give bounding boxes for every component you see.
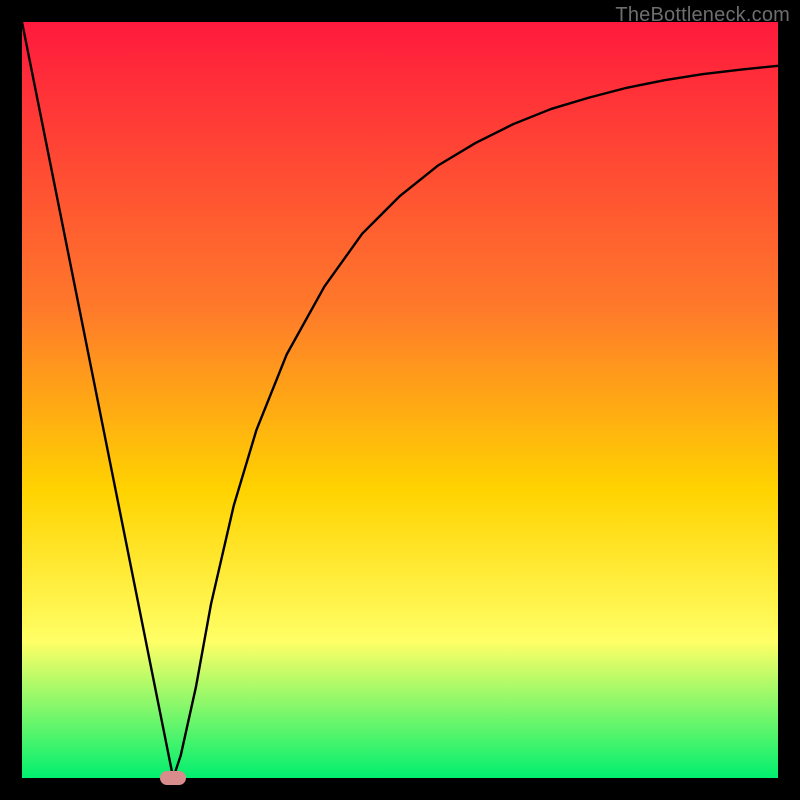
optimum-marker xyxy=(160,771,186,785)
plot-area xyxy=(22,22,778,778)
chart-svg xyxy=(22,22,778,778)
chart-frame: TheBottleneck.com xyxy=(0,0,800,800)
gradient-background xyxy=(22,22,778,778)
watermark-text: TheBottleneck.com xyxy=(615,4,790,27)
